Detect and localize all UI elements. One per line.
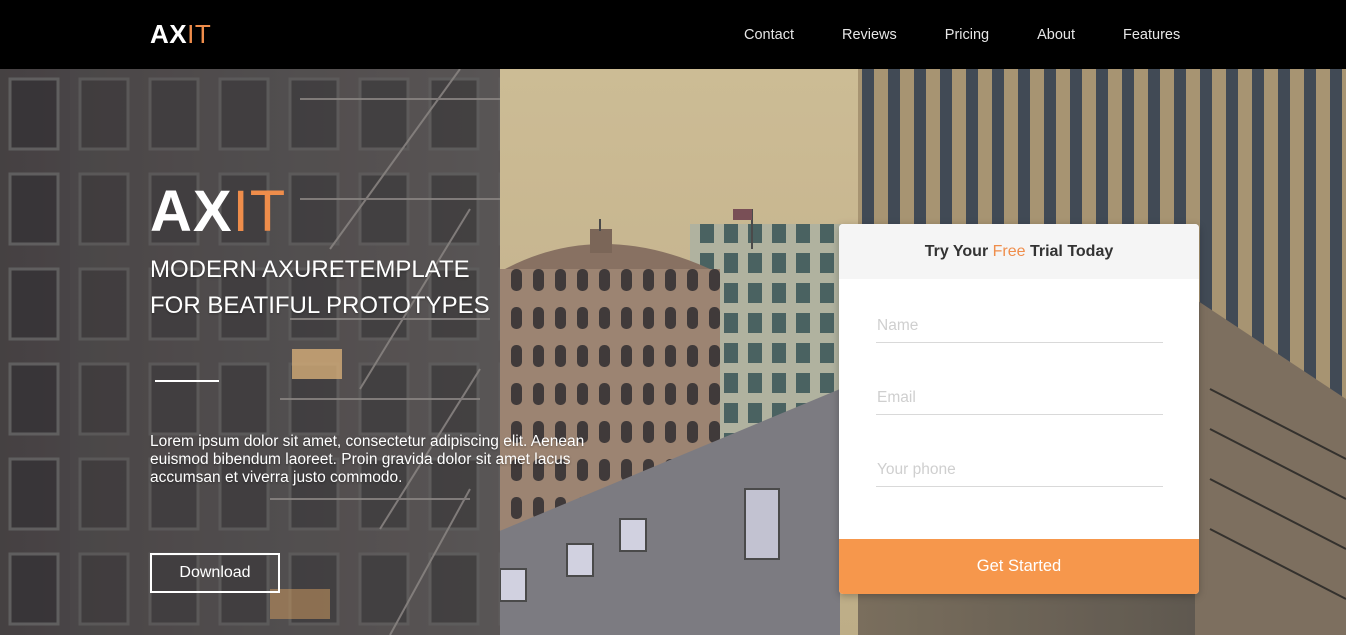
hero-tagline: MODERN AXURETEMPLATE FOR BEATIFUL PROTOT…	[150, 252, 490, 324]
nav-logo-main: AX	[150, 19, 188, 49]
nav-link-about[interactable]: About	[1037, 26, 1075, 44]
nav-logo[interactable]: AXIT	[150, 19, 211, 49]
trial-title-free: Free	[992, 243, 1026, 260]
get-started-button[interactable]: Get Started	[839, 539, 1199, 594]
tagline-line-1: MODERN AXURETEMPLATE	[150, 256, 470, 283]
nav-link-pricing[interactable]: Pricing	[945, 26, 989, 44]
trial-title-suffix: Trial Today	[1025, 243, 1114, 260]
name-input[interactable]	[876, 309, 1163, 343]
download-button[interactable]: Download	[150, 553, 280, 593]
hero-logo-accent: IT	[232, 179, 287, 244]
hero-logo: AXIT	[150, 180, 286, 244]
nav-logo-accent: IT	[187, 19, 212, 49]
phone-input[interactable]	[876, 453, 1163, 487]
nav-link-reviews[interactable]: Reviews	[842, 26, 897, 44]
nav-link-features[interactable]: Features	[1123, 26, 1180, 44]
email-input[interactable]	[876, 381, 1163, 415]
hero-logo-main: AX	[150, 179, 233, 244]
nav-links: Contact Reviews Pricing About Features	[744, 26, 1228, 44]
trial-title-prefix: Try Your	[924, 243, 993, 260]
top-navbar: AXIT Contact Reviews Pricing About Featu…	[0, 0, 1346, 69]
trial-form-card: Try Your Free Trial Today Get Started	[839, 224, 1199, 594]
trial-form-title: Try Your Free Trial Today	[839, 224, 1199, 279]
hero-lead-text: Lorem ipsum dolor sit amet, consectetur …	[150, 433, 585, 486]
nav-link-contact[interactable]: Contact	[744, 26, 794, 44]
hero-divider	[155, 380, 219, 382]
tagline-line-2: FOR BEATIFUL PROTOTYPES	[150, 292, 490, 319]
